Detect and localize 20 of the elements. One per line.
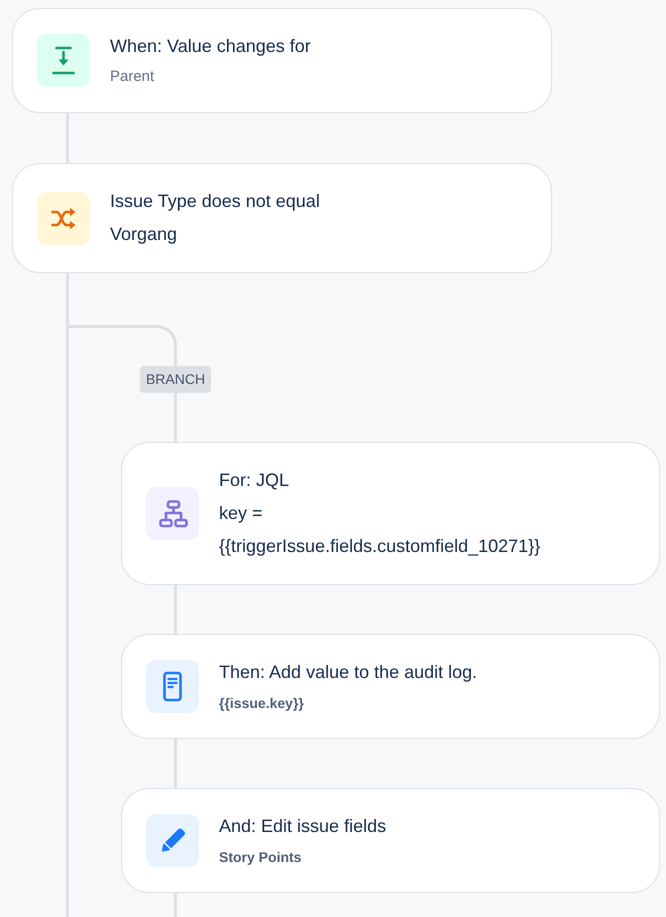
step-detail: key = {{triggerIssue.fields.customfield_10271}}: [219, 502, 542, 558]
branch-badge: BRANCH: [140, 366, 212, 393]
rule-step-card[interactable]: Issue Type does not equal Vorgang: [12, 163, 552, 273]
document-icon: [146, 660, 199, 713]
step-detail: {{issue.key}}: [219, 694, 305, 713]
step-title: Then: Add value to the audit log.: [219, 661, 478, 684]
pencil-icon: [146, 814, 199, 867]
hierarchy-icon: [146, 487, 199, 540]
rule-step-card[interactable]: When: Value changes for Parent: [12, 8, 552, 113]
rule-step-card[interactable]: Then: Add value to the audit log. {{issue.key}}: [121, 634, 660, 739]
step-detail: Vorgang: [110, 223, 178, 246]
rule-step-card[interactable]: And: Edit issue fields Story Points: [121, 788, 660, 893]
rule-step-card[interactable]: For: JQL key = {{triggerIssue.fields.customfield_10271}}: [121, 442, 660, 585]
step-detail: Story Points: [219, 848, 302, 867]
shuffle-icon: [37, 192, 90, 244]
step-title: When: Value changes for: [110, 35, 311, 58]
step-title: And: Edit issue fields: [219, 815, 386, 838]
step-title: For: JQL: [219, 469, 290, 492]
step-title: Issue Type does not equal: [110, 190, 320, 213]
step-detail: Parent: [110, 67, 156, 87]
